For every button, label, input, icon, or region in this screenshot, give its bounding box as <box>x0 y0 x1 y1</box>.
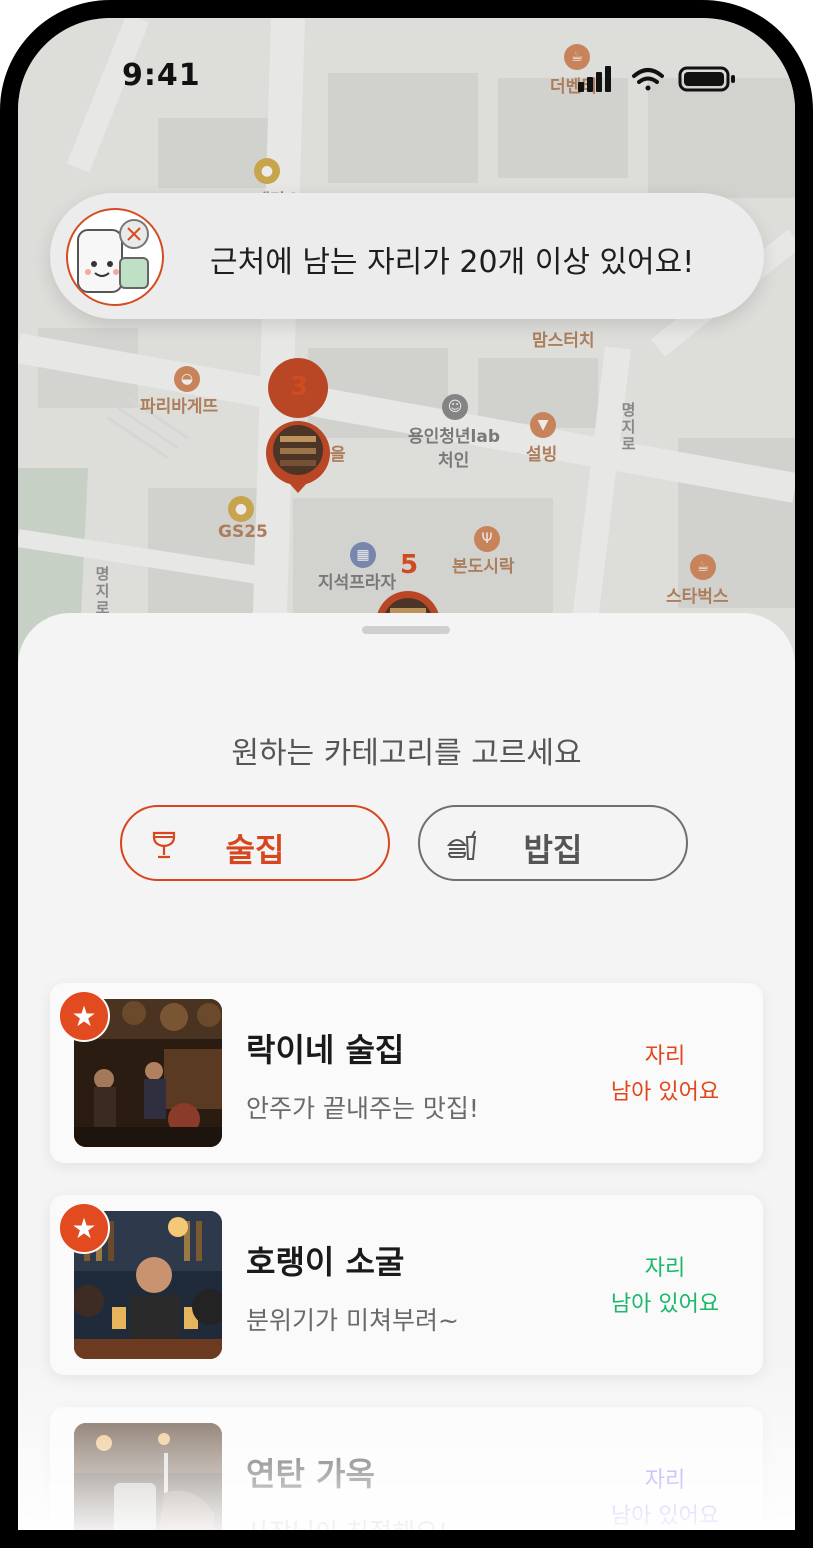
favorite-star-icon[interactable]: ★ <box>58 1202 110 1254</box>
seat-status-label: 남아 있어요 <box>610 1504 720 1529</box>
category-bar-button[interactable]: 술집 <box>120 805 390 881</box>
battery-icon <box>678 66 735 92</box>
nearby-seats-banner[interactable]: 근처에 남는 자리가 20개 이상 있어요! <box>50 193 764 319</box>
restaurant-card[interactable]: 락이네 술집 안주가 끝내주는 맛집! 자리 남아 있어요 <box>50 983 763 1163</box>
seat-status: 자리 남아 있어요 <box>590 1039 740 1111</box>
restaurant-name: 호랭이 소굴 <box>246 1243 405 1281</box>
sheet-drag-handle[interactable] <box>362 626 450 634</box>
mascot-avatar <box>66 208 164 306</box>
restaurant-name: 락이네 술집 <box>246 1031 405 1069</box>
restaurant-photo <box>74 1423 222 1530</box>
seat-status-label: 자리 <box>644 1256 686 1281</box>
restaurant-name: 연탄 가옥 <box>246 1455 375 1493</box>
seat-status-label: 자리 <box>644 1044 686 1069</box>
seat-status-label: 남아 있어요 <box>610 1080 720 1105</box>
sheet-title: 원하는 카테고리를 고르세요 <box>231 736 582 771</box>
seat-status-label: 자리 <box>644 1468 686 1493</box>
seat-status: 자리 남아 있어요 <box>590 1463 740 1530</box>
seat-status: 자리 남아 있어요 <box>590 1251 740 1323</box>
category-bottom-sheet: 원하는 카테고리를 고르세요 술집 밥집 락이네 술집 안주가 끝내주는 맛집!… <box>18 613 795 1530</box>
seat-status-label: 남아 있어요 <box>610 1292 720 1317</box>
status-time: 9:41 <box>122 58 201 93</box>
restaurant-description: 분위기가 미쳐부려~ <box>246 1306 459 1335</box>
favorite-star-icon[interactable]: ★ <box>58 990 110 1042</box>
restaurant-card[interactable]: 호랭이 소굴 분위기가 미쳐부려~ 자리 남아 있어요 <box>50 1195 763 1375</box>
category-restaurant-button[interactable]: 밥집 <box>418 805 688 881</box>
mascot-icon <box>77 219 149 293</box>
wifi-icon <box>632 68 664 91</box>
category-label: 술집 <box>225 831 285 869</box>
restaurant-description: 사장님이 친절해요! <box>246 1513 448 1530</box>
category-label: 밥집 <box>523 831 583 869</box>
banner-text: 근처에 남는 자리가 20개 이상 있어요! <box>210 245 695 280</box>
status-icons <box>578 66 735 92</box>
restaurant-card[interactable]: 연탄 가옥 사장님이 친절해요! 자리 남아 있어요 <box>50 1407 763 1530</box>
map-view[interactable]: ☕ 더벤티 ● YD테라스 맘스터치 ◒ 파리바게뜨 ☺ 용인청년lab 처인 … <box>18 18 795 678</box>
screen: ☕ 더벤티 ● YD테라스 맘스터치 ◒ 파리바게뜨 ☺ 용인청년lab 처인 … <box>18 18 795 1530</box>
map-dim-overlay <box>18 18 795 678</box>
signal-icon <box>578 66 611 92</box>
phone-frame: ☕ 더벤티 ● YD테라스 맘스터치 ◒ 파리바게뜨 ☺ 용인청년lab 처인 … <box>0 0 813 1548</box>
restaurant-description: 안주가 끝내주는 맛집! <box>246 1094 479 1123</box>
